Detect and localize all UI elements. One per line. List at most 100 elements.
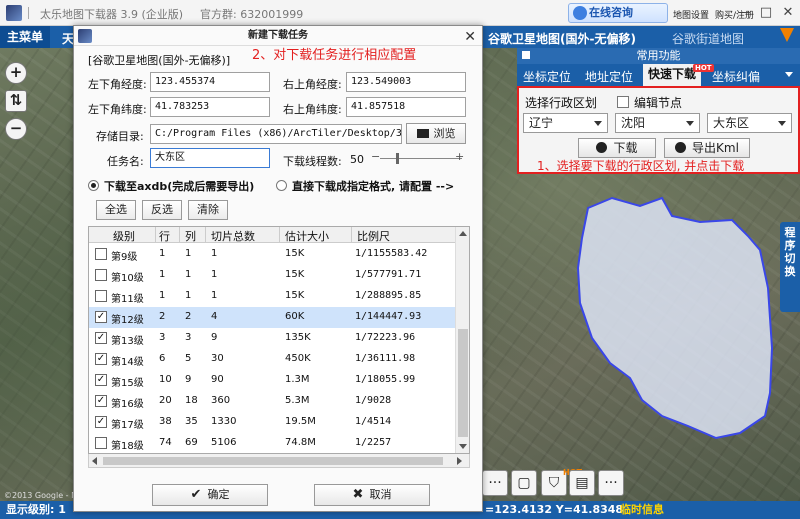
- map-settings-link[interactable]: 地图设置: [673, 8, 709, 21]
- cell-scale: 1/577791.71: [355, 269, 422, 280]
- region-label: 选择行政区划: [525, 96, 598, 110]
- cell-scale: 1/18055.99: [355, 374, 416, 385]
- cell-size: 450K: [285, 353, 311, 364]
- scroll-thumb-horizontal[interactable]: [103, 457, 443, 465]
- tab-coordinate-correction[interactable]: 坐标纠偏: [712, 68, 760, 85]
- cell-tiles: 360: [211, 395, 231, 406]
- zoom-in-button[interactable]: +: [5, 62, 27, 84]
- google-street-map-tab[interactable]: 谷歌街道地图: [672, 30, 744, 47]
- online-consult-button[interactable]: 在线咨询: [568, 3, 668, 23]
- dialog-close-button[interactable]: ✕: [464, 27, 476, 47]
- scroll-right-icon[interactable]: [457, 457, 462, 465]
- row-checkbox[interactable]: ✓: [95, 353, 107, 365]
- cancel-button[interactable]: ✖ 取消: [314, 484, 430, 506]
- threads-slider-thumb[interactable]: [396, 153, 399, 164]
- document-tool[interactable]: ▤: [569, 470, 595, 496]
- select-rect-tool[interactable]: ▢: [511, 470, 537, 496]
- app-titlebar: 太乐地图下载器 3.9 (企业版) 官方群: 632001999 在线咨询 地图…: [0, 0, 800, 26]
- browse-button[interactable]: 浏览: [406, 123, 466, 144]
- lon-lower-left-input[interactable]: 123.455374: [150, 72, 270, 92]
- threads-slider-track[interactable]: [380, 158, 462, 159]
- invert-selection-button[interactable]: 反选: [142, 200, 182, 220]
- table-row[interactable]: ✓ 第13级 3 3 9 135K 1/72223.96: [89, 328, 455, 349]
- row-checkbox[interactable]: ✓: [95, 395, 107, 407]
- lat-upper-right-input[interactable]: 41.857518: [346, 97, 466, 117]
- cell-size: 135K: [285, 332, 311, 343]
- cell-tiles: 1330: [211, 416, 237, 427]
- row-checkbox[interactable]: [95, 437, 107, 449]
- lat-lower-left-input[interactable]: 41.783253: [150, 97, 270, 117]
- cell-col: 9: [185, 374, 192, 385]
- col-est-size: 估计大小: [285, 230, 329, 243]
- panel-collapse-icon[interactable]: [522, 51, 530, 59]
- row-checkbox[interactable]: [95, 248, 107, 260]
- cell-level: 第12级: [111, 315, 144, 326]
- scroll-down-icon[interactable]: [459, 444, 467, 449]
- close-button[interactable]: ✕: [779, 4, 797, 22]
- cell-level: 第17级: [111, 420, 144, 431]
- table-row[interactable]: 第18级 74 69 5106 74.8M 1/2257: [89, 433, 455, 453]
- scroll-left-icon[interactable]: [92, 457, 97, 465]
- row-checkbox[interactable]: ✓: [95, 311, 107, 323]
- chevron-down-icon[interactable]: [785, 72, 793, 77]
- download-arrow-icon[interactable]: [780, 28, 794, 42]
- row-checkbox[interactable]: ✓: [95, 416, 107, 428]
- more-tools-button[interactable]: ···: [482, 470, 508, 496]
- cell-scale: 1/1155583.42: [355, 248, 428, 259]
- edit-nodes-checkbox[interactable]: [617, 96, 629, 108]
- table-row[interactable]: 第11级 1 1 1 15K 1/288895.85: [89, 286, 455, 307]
- row-checkbox[interactable]: ✓: [95, 332, 107, 344]
- swap-view-button[interactable]: ⇅: [5, 90, 27, 112]
- row-checkbox[interactable]: [95, 290, 107, 302]
- region-download-button[interactable]: 下载: [578, 138, 656, 158]
- step1-annotation: 1、选择要下载的行政区划, 并点击下载: [537, 159, 745, 173]
- export-icon: [675, 142, 687, 153]
- zoom-out-button[interactable]: −: [5, 118, 27, 140]
- table-row[interactable]: ✓ 第15级 10 9 90 1.3M 1/18055.99: [89, 370, 455, 391]
- table-row-selected[interactable]: ✓ 第12级 2 2 4 60K 1/144447.93: [89, 307, 455, 328]
- export-kml-button[interactable]: 导出Kml: [664, 138, 750, 158]
- row-checkbox[interactable]: [95, 269, 107, 281]
- app-title: 太乐地图下载器 3.9 (企业版): [40, 8, 184, 21]
- task-name-input[interactable]: 大东区: [150, 148, 270, 168]
- level-table-header: 级别 行 列 切片总数 估计大小 比例尺: [89, 227, 455, 243]
- scroll-thumb[interactable]: [458, 329, 468, 437]
- table-row[interactable]: 第10级 1 1 1 15K 1/577791.71: [89, 265, 455, 286]
- row-checkbox[interactable]: ✓: [95, 374, 107, 386]
- table-row[interactable]: 第9级 1 1 1 15K 1/1155583.42: [89, 244, 455, 265]
- district-select[interactable]: 大东区: [707, 113, 792, 133]
- check-icon: ✔: [190, 487, 202, 502]
- radio-direct-download[interactable]: [276, 180, 287, 191]
- province-select[interactable]: 辽宁: [523, 113, 608, 133]
- lon-upper-right-input[interactable]: 123.549003: [346, 72, 466, 92]
- cell-size: 19.5M: [285, 416, 316, 427]
- table-vertical-scrollbar[interactable]: [455, 227, 469, 453]
- tab-address-locate[interactable]: 地址定位: [585, 68, 633, 85]
- app-logo-icon: [6, 5, 22, 21]
- slider-minus[interactable]: −: [371, 150, 380, 163]
- google-satellite-map-tab[interactable]: 谷歌卫星地图(国外-无偏移): [488, 30, 636, 47]
- select-all-button[interactable]: 全选: [96, 200, 136, 220]
- table-row[interactable]: ✓ 第16级 20 18 360 5.3M 1/9028: [89, 391, 455, 412]
- table-row[interactable]: ✓ 第17级 38 35 1330 19.5M 1/4514: [89, 412, 455, 433]
- storage-dir-input[interactable]: C:/Program Files (x86)/ArcTiler/Desktop/…: [150, 124, 402, 144]
- more-tools-button-2[interactable]: ···: [598, 470, 624, 496]
- table-horizontal-scrollbar[interactable]: [88, 454, 470, 468]
- scroll-up-icon[interactable]: [459, 231, 467, 236]
- program-switch-tab[interactable]: 程序切换: [780, 222, 800, 312]
- confirm-button[interactable]: ✔ 确定: [152, 484, 268, 506]
- table-row[interactable]: ✓ 第14级 6 5 30 450K 1/36111.98: [89, 349, 455, 370]
- minimize-button[interactable]: —: [735, 4, 753, 22]
- tab-coordinate-locate[interactable]: 坐标定位: [523, 68, 571, 85]
- cell-level: 第16级: [111, 399, 144, 410]
- task-name-label: 任务名:: [107, 155, 144, 168]
- cell-col: 5: [185, 353, 192, 364]
- radio-download-axdb[interactable]: [88, 180, 99, 191]
- clear-selection-button[interactable]: 清除: [188, 200, 228, 220]
- main-menu-button[interactable]: 主菜单: [0, 26, 50, 48]
- city-select[interactable]: 沈阳: [615, 113, 700, 133]
- district-polygon[interactable]: [576, 196, 774, 440]
- maximize-button[interactable]: □: [757, 4, 775, 22]
- slider-plus[interactable]: +: [455, 150, 464, 163]
- cell-size: 15K: [285, 248, 305, 259]
